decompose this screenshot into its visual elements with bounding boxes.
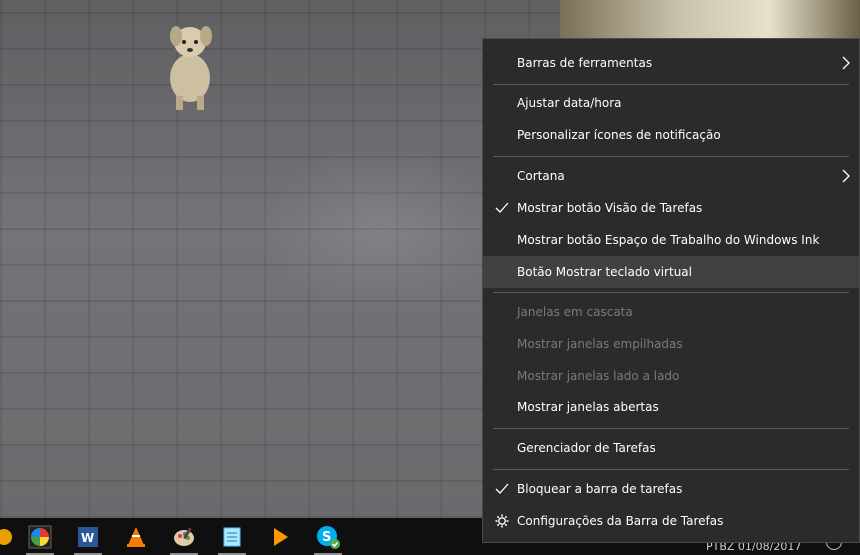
notepad-icon[interactable] (216, 522, 248, 555)
menu-separator (493, 428, 849, 429)
chevron-right-icon (842, 169, 850, 183)
menu-item-adjust-date-time[interactable]: Ajustar data/hora (483, 87, 859, 119)
menu-separator (493, 469, 849, 470)
menu-item-lock-taskbar[interactable]: Bloquear a barra de tarefas (483, 473, 859, 505)
menu-item-toolbars[interactable]: Barras de ferramentas (483, 47, 859, 79)
menu-item-label: Ajustar data/hora (517, 96, 622, 110)
menu-item-label: Gerenciador de Tarefas (517, 441, 656, 455)
svg-text:W: W (81, 531, 94, 545)
menu-item-show-windows-stacked[interactable]: Mostrar janelas empilhadas (483, 328, 859, 360)
vlc-icon[interactable] (120, 522, 152, 552)
partial-taskbar-icon[interactable] (0, 522, 20, 552)
menu-item-label: Mostrar botão Visão de Tarefas (517, 201, 703, 215)
color-wheel-icon[interactable] (24, 522, 56, 555)
menu-item-label: Mostrar janelas empilhadas (517, 337, 683, 351)
chevron-right-icon (842, 56, 850, 70)
taskbar-context-menu: Barras de ferramentas Ajustar data/hora … (482, 38, 860, 543)
menu-item-label: Personalizar ícones de notificação (517, 128, 721, 142)
media-player-icon[interactable] (264, 522, 296, 552)
menu-item-label: Botão Mostrar teclado virtual (517, 265, 692, 279)
menu-separator (493, 84, 849, 85)
menu-separator (493, 292, 849, 293)
menu-item-cortana[interactable]: Cortana (483, 160, 859, 192)
menu-item-taskbar-settings[interactable]: Configurações da Barra de Tarefas (483, 505, 859, 537)
menu-item-label: Mostrar janelas lado a lado (517, 369, 680, 383)
paint-icon[interactable] (168, 522, 200, 555)
menu-item-task-manager[interactable]: Gerenciador de Tarefas (483, 432, 859, 464)
menu-item-show-open-windows[interactable]: Mostrar janelas abertas (483, 391, 859, 423)
puppy-image (170, 26, 212, 110)
checkmark-icon (495, 483, 509, 494)
menu-item-show-windows-ink-button[interactable]: Mostrar botão Espaço de Trabalho do Wind… (483, 224, 859, 256)
svg-text:S: S (322, 530, 331, 545)
menu-item-label: Mostrar botão Espaço de Trabalho do Wind… (517, 233, 820, 247)
menu-item-show-touch-keyboard-button[interactable]: Botão Mostrar teclado virtual (483, 256, 859, 288)
menu-item-show-windows-side-by-side[interactable]: Mostrar janelas lado a lado (483, 360, 859, 392)
menu-item-label: Bloquear a barra de tarefas (517, 482, 683, 496)
menu-item-label: Mostrar janelas abertas (517, 400, 659, 414)
menu-item-label: Barras de ferramentas (517, 56, 653, 70)
menu-separator (493, 156, 849, 157)
menu-item-show-task-view-button[interactable]: Mostrar botão Visão de Tarefas (483, 192, 859, 224)
checkmark-icon (495, 202, 509, 213)
menu-item-customize-notification-icons[interactable]: Personalizar ícones de notificação (483, 119, 859, 151)
wallpaper-highlight (560, 0, 860, 38)
menu-item-label: Janelas em cascata (517, 305, 633, 319)
menu-item-label: Configurações da Barra de Tarefas (517, 514, 724, 528)
menu-item-cascade-windows[interactable]: Janelas em cascata (483, 296, 859, 328)
skype-icon[interactable]: S (312, 522, 344, 555)
gear-icon (495, 514, 509, 528)
menu-item-label: Cortana (517, 169, 565, 183)
word-icon[interactable]: W (72, 522, 104, 555)
